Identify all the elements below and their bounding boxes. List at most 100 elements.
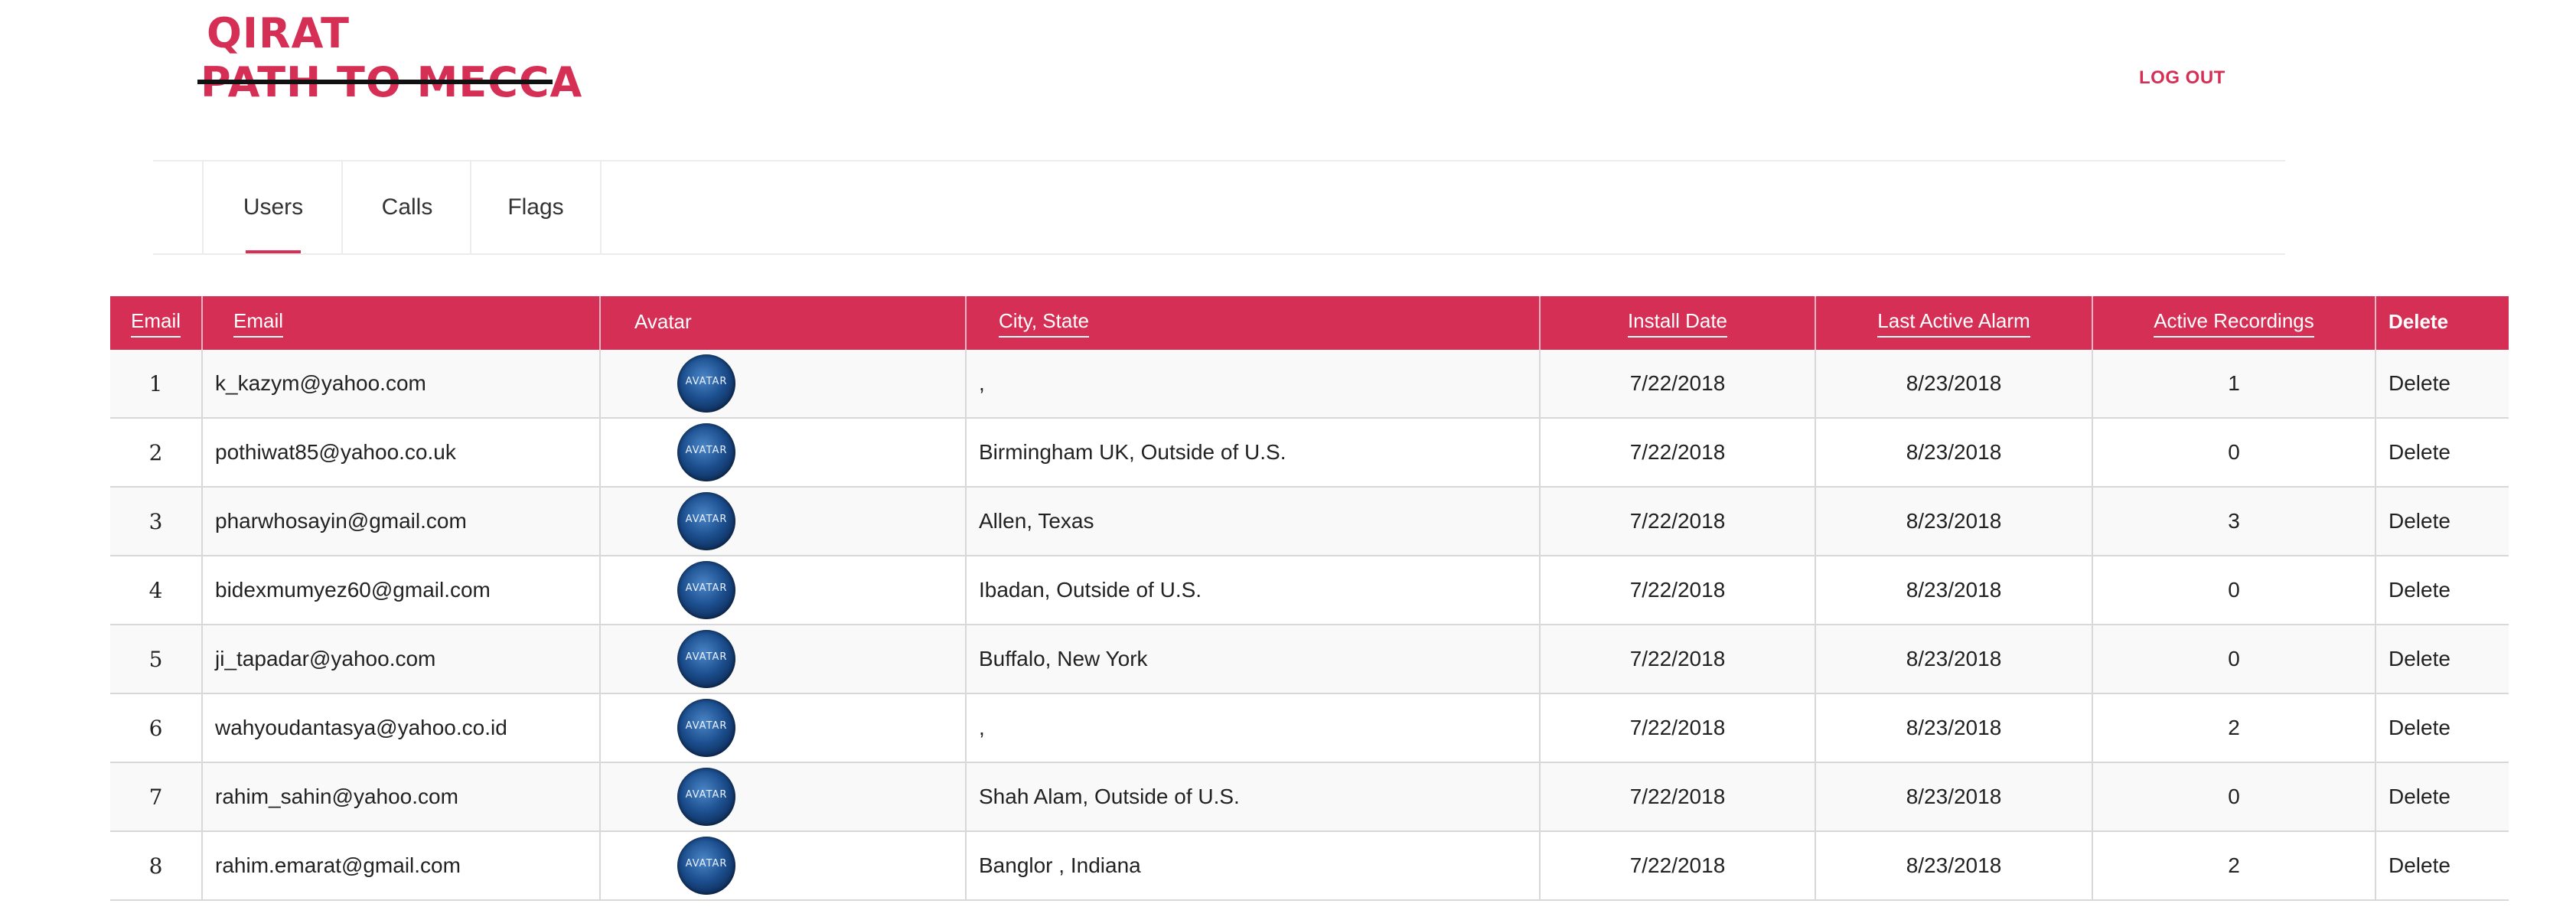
row-install-date: 7/22/2018 <box>1540 556 1816 625</box>
row-install-date: 7/22/2018 <box>1540 487 1816 556</box>
row-last-active-alarm: 8/23/2018 <box>1815 350 2093 419</box>
row-active-recordings: 0 <box>2092 625 2376 694</box>
avatar: AVATAR <box>677 837 735 895</box>
column-header-avatar: Avatar <box>600 296 967 350</box>
avatar: AVATAR <box>677 423 735 481</box>
row-install-date: 7/22/2018 <box>1540 625 1816 694</box>
column-header-last-active-alarm[interactable]: Last Active Alarm <box>1815 296 2093 350</box>
row-city: Ibadan, Outside of U.S. <box>966 556 1541 625</box>
row-city: Buffalo, New York <box>966 625 1541 694</box>
avatar-text: AVATAR <box>685 514 728 525</box>
row-active-recordings: 0 <box>2092 418 2376 488</box>
row-city: Allen, Texas <box>966 487 1541 556</box>
row-email: pothiwat85@yahoo.co.uk <box>202 418 601 488</box>
logout-link[interactable]: LOG OUT <box>2139 67 2225 89</box>
avatar-text: AVATAR <box>685 858 728 869</box>
avatar: AVATAR <box>677 561 735 619</box>
row-install-date: 7/22/2018 <box>1540 762 1816 832</box>
row-avatar-cell: AVATAR <box>600 693 967 763</box>
row-active-recordings: 2 <box>2092 693 2376 763</box>
logo-strikethrough <box>197 80 553 84</box>
avatar-text: AVATAR <box>685 651 728 663</box>
row-last-active-alarm: 8/23/2018 <box>1815 625 2093 694</box>
table-row: 6 wahyoudantasya@yahoo.co.id AVATAR , 7/… <box>110 693 2509 763</box>
row-email: k_kazym@yahoo.com <box>202 350 601 419</box>
tab-calls[interactable]: Calls <box>341 161 471 253</box>
delete-link[interactable]: Delete <box>2375 625 2509 694</box>
row-index: 4 <box>110 556 203 625</box>
avatar: AVATAR <box>677 354 735 413</box>
row-install-date: 7/22/2018 <box>1540 350 1816 419</box>
logo-title: QIRAT <box>207 9 351 57</box>
delete-link[interactable]: Delete <box>2375 350 2509 419</box>
users-table: Email Email Avatar City, State Install D… <box>110 296 2509 901</box>
row-last-active-alarm: 8/23/2018 <box>1815 487 2093 556</box>
row-avatar-cell: AVATAR <box>600 487 967 556</box>
delete-link[interactable]: Delete <box>2375 556 2509 625</box>
row-index: 2 <box>110 418 203 488</box>
app-logo: QIRAT PATH TO MECCA <box>197 9 589 107</box>
table-row: 2 pothiwat85@yahoo.co.uk AVATAR Birmingh… <box>110 418 2509 488</box>
delete-link[interactable]: Delete <box>2375 487 2509 556</box>
avatar: AVATAR <box>677 630 735 688</box>
row-email: rahim.emarat@gmail.com <box>202 831 601 901</box>
row-city: Birmingham UK, Outside of U.S. <box>966 418 1541 488</box>
row-last-active-alarm: 8/23/2018 <box>1815 418 2093 488</box>
table-row: 3 pharwhosayin@gmail.com AVATAR Allen, T… <box>110 487 2509 556</box>
row-email: rahim_sahin@yahoo.com <box>202 762 601 832</box>
row-city: Banglor , Indiana <box>966 831 1541 901</box>
tab-users-label: Users <box>243 194 304 220</box>
row-city: , <box>966 693 1541 763</box>
avatar: AVATAR <box>677 699 735 757</box>
row-index: 3 <box>110 487 203 556</box>
row-install-date: 7/22/2018 <box>1540 418 1816 488</box>
tab-calls-label: Calls <box>381 194 433 220</box>
row-avatar-cell: AVATAR <box>600 762 967 832</box>
row-last-active-alarm: 8/23/2018 <box>1815 762 2093 832</box>
avatar-text: AVATAR <box>685 376 728 387</box>
column-header-index[interactable]: Email <box>110 296 203 350</box>
column-header-active-recordings[interactable]: Active Recordings <box>2092 296 2376 350</box>
row-index: 1 <box>110 350 203 419</box>
row-avatar-cell: AVATAR <box>600 831 967 901</box>
column-header-install-date[interactable]: Install Date <box>1540 296 1816 350</box>
table-row: 5 ji_tapadar@yahoo.com AVATAR Buffalo, N… <box>110 625 2509 694</box>
table-row: 4 bidexmumyez60@gmail.com AVATAR Ibadan,… <box>110 556 2509 625</box>
table-header-row: Email Email Avatar City, State Install D… <box>110 296 2509 350</box>
row-active-recordings: 0 <box>2092 556 2376 625</box>
row-last-active-alarm: 8/23/2018 <box>1815 693 2093 763</box>
table-row: 1 k_kazym@yahoo.com AVATAR , 7/22/2018 8… <box>110 350 2509 419</box>
avatar: AVATAR <box>677 492 735 550</box>
row-email: ji_tapadar@yahoo.com <box>202 625 601 694</box>
avatar-text: AVATAR <box>685 720 728 732</box>
delete-link[interactable]: Delete <box>2375 418 2509 488</box>
delete-link[interactable]: Delete <box>2375 831 2509 901</box>
table-row: 8 rahim.emarat@gmail.com AVATAR Banglor … <box>110 831 2509 901</box>
tab-flags[interactable]: Flags <box>470 161 602 253</box>
column-header-delete: Delete <box>2375 296 2509 350</box>
active-tab-indicator <box>246 250 301 253</box>
row-install-date: 7/22/2018 <box>1540 831 1816 901</box>
tab-users[interactable]: Users <box>202 161 343 253</box>
tab-flags-label: Flags <box>507 194 564 220</box>
row-last-active-alarm: 8/23/2018 <box>1815 556 2093 625</box>
avatar: AVATAR <box>677 768 735 826</box>
column-header-city-state[interactable]: City, State <box>966 296 1541 350</box>
table-row: 7 rahim_sahin@yahoo.com AVATAR Shah Alam… <box>110 762 2509 832</box>
row-avatar-cell: AVATAR <box>600 625 967 694</box>
row-avatar-cell: AVATAR <box>600 350 967 419</box>
row-email: pharwhosayin@gmail.com <box>202 487 601 556</box>
row-avatar-cell: AVATAR <box>600 418 967 488</box>
avatar-text: AVATAR <box>685 445 728 456</box>
row-active-recordings: 0 <box>2092 762 2376 832</box>
column-header-email[interactable]: Email <box>202 296 601 350</box>
row-install-date: 7/22/2018 <box>1540 693 1816 763</box>
row-city: , <box>966 350 1541 419</box>
avatar-text: AVATAR <box>685 789 728 801</box>
delete-link[interactable]: Delete <box>2375 693 2509 763</box>
row-email: bidexmumyez60@gmail.com <box>202 556 601 625</box>
tab-bar: Users Calls Flags <box>153 160 2285 255</box>
avatar-text: AVATAR <box>685 582 728 594</box>
row-city: Shah Alam, Outside of U.S. <box>966 762 1541 832</box>
delete-link[interactable]: Delete <box>2375 762 2509 832</box>
